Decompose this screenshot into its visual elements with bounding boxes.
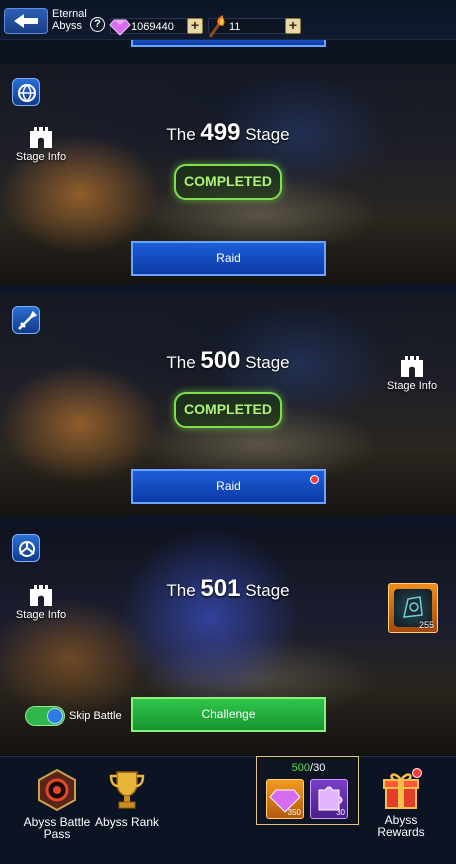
raid-button[interactable]: Raid [131, 241, 326, 276]
add-gems-button[interactable]: + [187, 18, 203, 34]
abyss-rank-label: Abyss Rank [94, 815, 160, 829]
page-title: Eternal Abyss [52, 8, 87, 32]
chest-progress-panel[interactable]: 500/30 350 30 [256, 756, 359, 825]
help-button[interactable]: ? [90, 17, 105, 32]
gem-value: 1069440 [131, 21, 174, 33]
fire-currency: 11 + [208, 15, 301, 38]
divider [0, 516, 456, 528]
stage-title: The 500 Stage [0, 347, 456, 375]
fire-value: 11 [229, 21, 241, 33]
chest-progress-total: /30 [310, 762, 326, 774]
battle-pass-label-line2: Pass [43, 827, 71, 841]
chest-progress-current: 500 [291, 762, 311, 774]
stage-title-suffix: Stage [245, 581, 290, 600]
gem-reward-qty: 350 [287, 808, 301, 817]
divider [0, 284, 456, 294]
battle-pass-icon [38, 768, 76, 812]
abyss-rewards-label-line2: Rewards [377, 825, 425, 839]
helm-icon [19, 541, 35, 557]
stage-title-prefix: The [166, 125, 196, 144]
toggle-knob [47, 708, 63, 724]
raid-button-label: Raid [216, 479, 241, 493]
stage-number: 501 [200, 575, 241, 602]
abyss-rewards-button[interactable]: Abyss Rewards [370, 768, 432, 838]
stage-badge [12, 78, 40, 106]
challenge-button[interactable]: Challenge [131, 697, 326, 732]
stage-title-suffix: Stage [245, 353, 290, 372]
trophy-icon [109, 771, 145, 809]
reward-quantity: 255 [418, 620, 434, 630]
notification-dot [310, 475, 319, 484]
add-fire-button[interactable]: + [285, 18, 301, 34]
toggle-switch[interactable] [25, 706, 65, 726]
stage-reward-item[interactable]: 255 [388, 583, 438, 633]
sword-icon [18, 311, 37, 330]
puzzle-reward-qty: 30 [336, 808, 345, 817]
gift-icon [383, 768, 422, 809]
completed-badge: COMPLETED [174, 164, 282, 200]
stage-title-prefix: The [166, 353, 196, 372]
puzzle-reward[interactable]: 30 [310, 779, 348, 819]
completed-badge: COMPLETED [174, 392, 282, 428]
stage-badge [12, 306, 40, 334]
raid-button[interactable]: Raid [131, 469, 326, 504]
gem-icon [109, 19, 131, 36]
stage-number: 499 [200, 119, 241, 146]
stage-info-label: Stage Info [15, 151, 67, 163]
stage-info-label: Stage Info [15, 609, 67, 621]
stage-title-suffix: Stage [245, 125, 290, 144]
gem-reward[interactable]: 350 [266, 779, 304, 819]
page-title-line1: Eternal [52, 8, 87, 20]
top-bar: Eternal Abyss ? 1069440 + 11 + [0, 0, 456, 40]
stage-info-label: Stage Info [386, 380, 438, 392]
abyss-rank-button[interactable]: Abyss Rank [92, 768, 162, 828]
skip-battle-label: Skip Battle [69, 710, 122, 722]
stage-title: The 499 Stage [0, 119, 456, 147]
back-button[interactable] [4, 8, 48, 34]
stage-badge [12, 534, 40, 562]
globe-icon [18, 84, 36, 102]
abyss-battle-pass-button[interactable]: Abyss Battle Pass [18, 768, 96, 840]
back-icon [14, 14, 38, 28]
page-title-line2: Abyss [52, 20, 82, 32]
chest-progress: 500/30 [257, 762, 360, 774]
gem-currency: 1069440 + [109, 18, 203, 36]
torch-icon [208, 15, 225, 38]
stage-title-prefix: The [166, 581, 196, 600]
stage-number: 500 [200, 347, 241, 374]
